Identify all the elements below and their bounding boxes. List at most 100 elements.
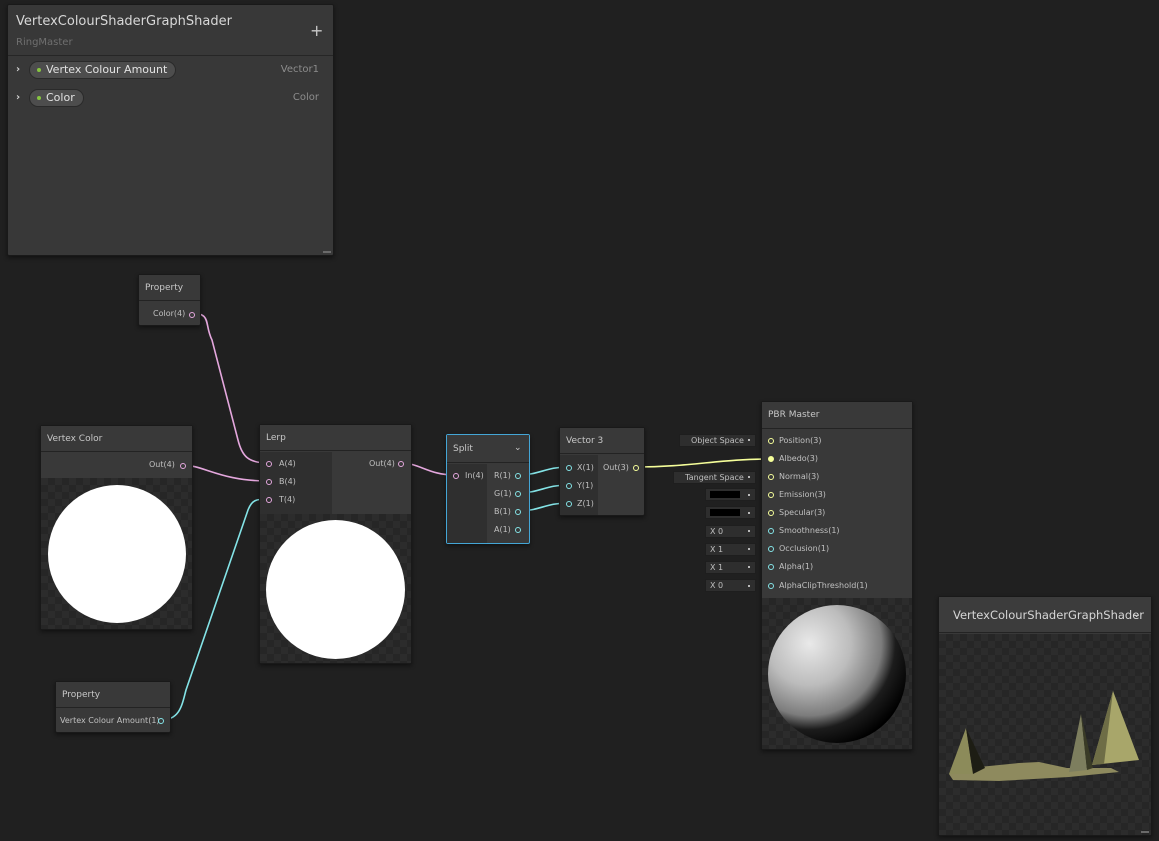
blackboard-panel[interactable]: VertexColourShaderGraphShader RingMaster… (7, 4, 334, 256)
input-port-emission[interactable] (768, 492, 774, 498)
input-port-in[interactable] (453, 473, 459, 479)
pyramid-left (949, 728, 973, 774)
input-label-alpha-clip-threshold: AlphaClipThreshold(1) (779, 581, 868, 590)
input-port-x[interactable] (566, 465, 572, 471)
node-title: PBR Master (762, 402, 912, 429)
main-preview-title: VertexColourShaderGraphShader (939, 597, 1151, 633)
wire-vertexcolor-to-lerp-b (181, 464, 269, 482)
color-swatch (710, 509, 740, 516)
input-label-in: In(4) (465, 471, 484, 480)
resize-handle[interactable] (323, 251, 331, 253)
input-port-alpha-clip-threshold[interactable] (768, 583, 774, 589)
output-port-g[interactable] (515, 491, 521, 497)
property-type: Color (292, 92, 319, 103)
input-port-b[interactable] (266, 479, 272, 485)
output-label-g: G(1) (494, 489, 512, 498)
output-port[interactable] (633, 465, 639, 471)
input-label-x: X(1) (577, 463, 594, 472)
input-port-t[interactable] (266, 497, 272, 503)
chevron-down-icon[interactable]: ⌄ (514, 443, 522, 453)
chevron-down-icon[interactable]: ⌄ (1132, 607, 1141, 620)
main-preview-panel[interactable]: VertexColourShaderGraphShader ⌄ (938, 596, 1152, 836)
input-label-a: A(4) (279, 459, 296, 468)
output-port[interactable] (189, 312, 195, 318)
position-space-dropdown[interactable]: Object Space (679, 434, 756, 447)
field-connector-icon (748, 494, 750, 496)
input-label-occlusion: Occlusion(1) (779, 544, 830, 553)
input-port-smoothness[interactable] (768, 528, 774, 534)
wire-color-to-lerp-a (190, 312, 269, 464)
property-node-color[interactable]: Property Color(4) (138, 274, 201, 326)
input-port-alpha[interactable] (768, 564, 774, 570)
property-pill-color[interactable]: Color (29, 89, 84, 107)
output-port-r[interactable] (515, 473, 521, 479)
input-label-smoothness: Smoothness(1) (779, 526, 840, 535)
output-port-b[interactable] (515, 509, 521, 515)
split-node[interactable]: Split ⌄ In(4) R(1) G(1) B(1) A(1) (446, 434, 530, 544)
input-port-a[interactable] (266, 461, 272, 467)
blackboard-divider (8, 55, 333, 56)
input-port-normal[interactable] (768, 474, 774, 480)
pbr-master-node[interactable]: PBR Master Position(3) Albedo(3) Normal(… (761, 401, 913, 750)
main-preview-viewport[interactable] (939, 634, 1151, 835)
field-connector-icon (748, 585, 750, 587)
property-node-vertex-colour-amount[interactable]: Property Vertex Colour Amount(1) (55, 681, 171, 733)
output-port[interactable] (158, 718, 164, 724)
input-port-y[interactable] (566, 483, 572, 489)
add-property-button[interactable]: + (310, 21, 323, 40)
chevron-right-icon[interactable]: › (16, 64, 20, 75)
input-label-emission: Emission(3) (779, 490, 826, 499)
preview-scene (949, 691, 1139, 781)
property-type: Vector1 (280, 64, 319, 75)
vertex-color-node[interactable]: Vertex Color Out(4) (40, 425, 193, 630)
input-port-albedo[interactable] (768, 456, 774, 462)
normal-space-dropdown[interactable]: Tangent Space (673, 471, 756, 484)
color-swatch (710, 491, 740, 498)
field-connector-icon (748, 530, 750, 532)
output-port-label: Color(4) (153, 309, 186, 318)
node-title: Lerp (260, 425, 411, 451)
field-connector-icon (748, 548, 750, 550)
node-preview (41, 478, 192, 629)
node-title: Vertex Color (41, 426, 192, 452)
field-connector-icon (748, 476, 750, 478)
preview-sphere (48, 485, 186, 623)
vector3-node[interactable]: Vector 3 X(1) Y(1) Z(1) Out(3) (559, 427, 645, 516)
preview-sphere (768, 605, 906, 743)
property-dot-icon (37, 68, 41, 72)
input-port-occlusion[interactable] (768, 546, 774, 552)
input-label-z: Z(1) (577, 499, 594, 508)
output-port-label: Out(4) (149, 460, 175, 469)
resize-handle[interactable] (1141, 831, 1149, 833)
field-connector-icon (748, 439, 750, 441)
output-label-b: B(1) (494, 507, 511, 516)
output-port[interactable] (398, 461, 404, 467)
preview-sphere (266, 520, 405, 659)
lerp-node[interactable]: Lerp A(4) B(4) T(4) Out(4) (259, 424, 412, 664)
output-port[interactable] (180, 463, 186, 469)
property-pill-vertex-colour-amount[interactable]: Vertex Colour Amount (29, 61, 177, 79)
input-label-specular: Specular(3) (779, 508, 826, 517)
input-label-normal: Normal(3) (779, 472, 820, 481)
input-port-z[interactable] (566, 501, 572, 507)
property-dot-icon (37, 96, 41, 100)
wire-vector3-to-albedo (635, 458, 771, 468)
output-port-a[interactable] (515, 527, 521, 533)
node-preview (762, 598, 912, 749)
input-label-y: Y(1) (577, 481, 594, 490)
input-label-position: Position(3) (779, 436, 822, 445)
field-connector-icon (748, 566, 750, 568)
chevron-right-icon[interactable]: › (16, 92, 20, 103)
node-preview (260, 514, 411, 663)
input-label-albedo: Albedo(3) (779, 454, 818, 463)
input-port-specular[interactable] (768, 510, 774, 516)
input-port-position[interactable] (768, 438, 774, 444)
output-port-label: Out(3) (603, 463, 629, 472)
node-title: Vector 3 (560, 428, 644, 454)
output-port-label: Vertex Colour Amount(1) (60, 716, 160, 725)
output-port-label: Out(4) (369, 459, 395, 468)
node-title: Property (56, 682, 170, 708)
input-label-alpha: Alpha(1) (779, 562, 814, 571)
input-label-t: T(4) (279, 495, 296, 504)
blackboard-title: VertexColourShaderGraphShader (16, 14, 232, 29)
